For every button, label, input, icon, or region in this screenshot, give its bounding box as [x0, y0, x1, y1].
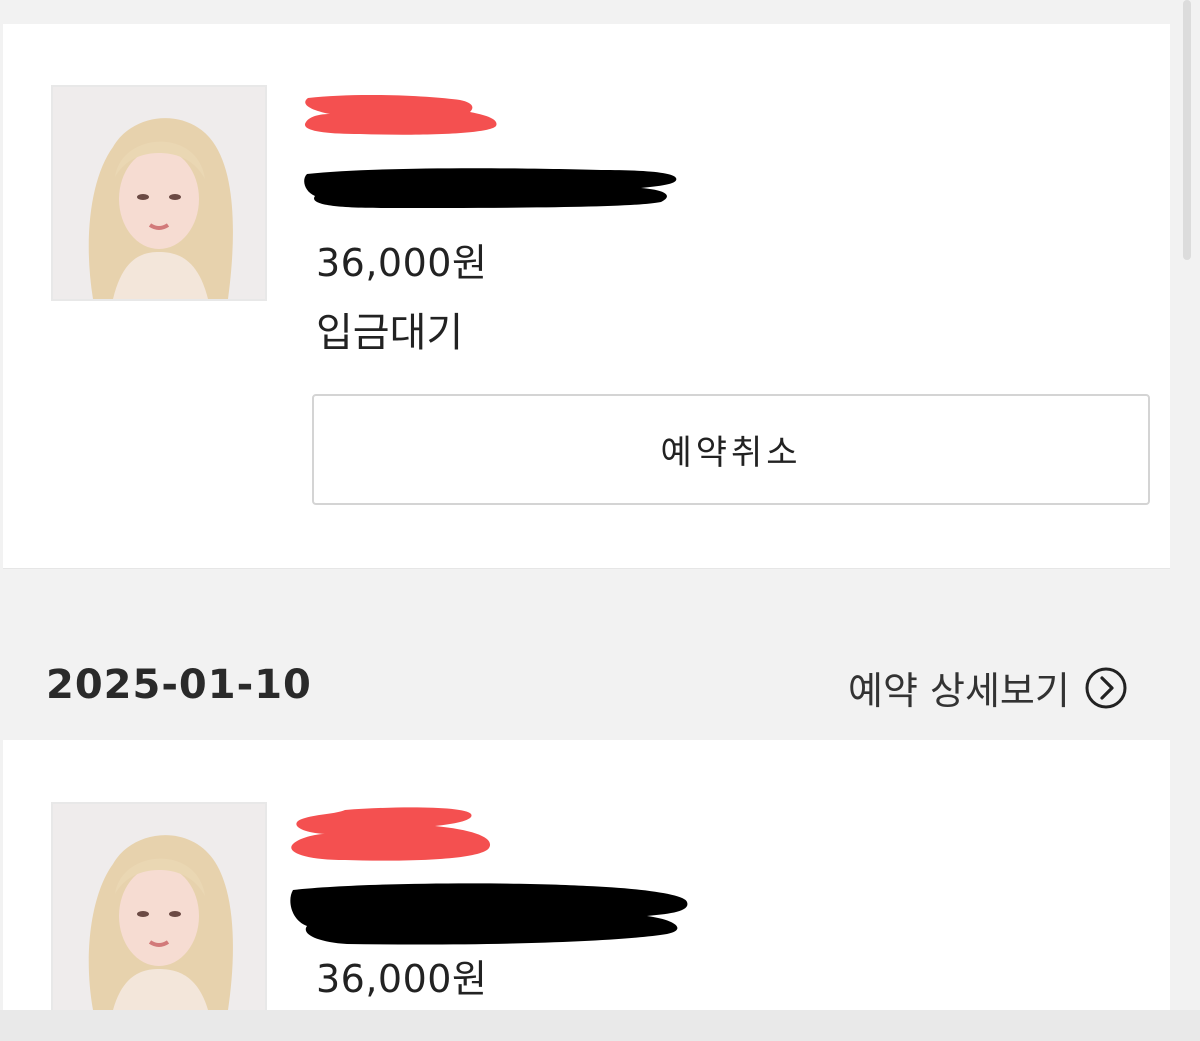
product-thumbnail[interactable] — [51, 802, 267, 1012]
redacted-title — [291, 807, 491, 861]
bottom-bar — [0, 1010, 1200, 1041]
reservation-card: 36,000원 — [3, 740, 1170, 1012]
date-header: 2025-01-10 예약 상세보기 — [0, 640, 1200, 730]
portrait-image — [53, 87, 265, 299]
product-price: 36,000원 — [316, 241, 488, 285]
product-price: 36,000원 — [316, 957, 488, 1001]
portrait-image — [53, 804, 265, 1010]
reservation-card: 36,000원 입금대기 예약취소 — [3, 24, 1170, 569]
reservation-date: 2025-01-10 — [46, 662, 312, 708]
redacted-subtitle — [304, 168, 677, 208]
redacted-title — [304, 94, 497, 135]
reservation-list-page: 36,000원 입금대기 예약취소 2025-01-10 예약 상세보기 36,… — [0, 0, 1200, 1041]
scrollbar[interactable] — [1183, 0, 1191, 260]
view-details-label: 예약 상세보기 — [848, 669, 1070, 713]
chevron-right-circle-icon — [1085, 667, 1127, 708]
view-details-link[interactable]: 예약 상세보기 — [848, 660, 1128, 715]
top-strip — [0, 0, 1200, 24]
payment-status: 입금대기 — [316, 310, 464, 356]
product-thumbnail[interactable] — [51, 85, 267, 301]
redacted-subtitle — [290, 883, 688, 945]
cancel-reservation-button[interactable]: 예약취소 — [312, 394, 1150, 505]
